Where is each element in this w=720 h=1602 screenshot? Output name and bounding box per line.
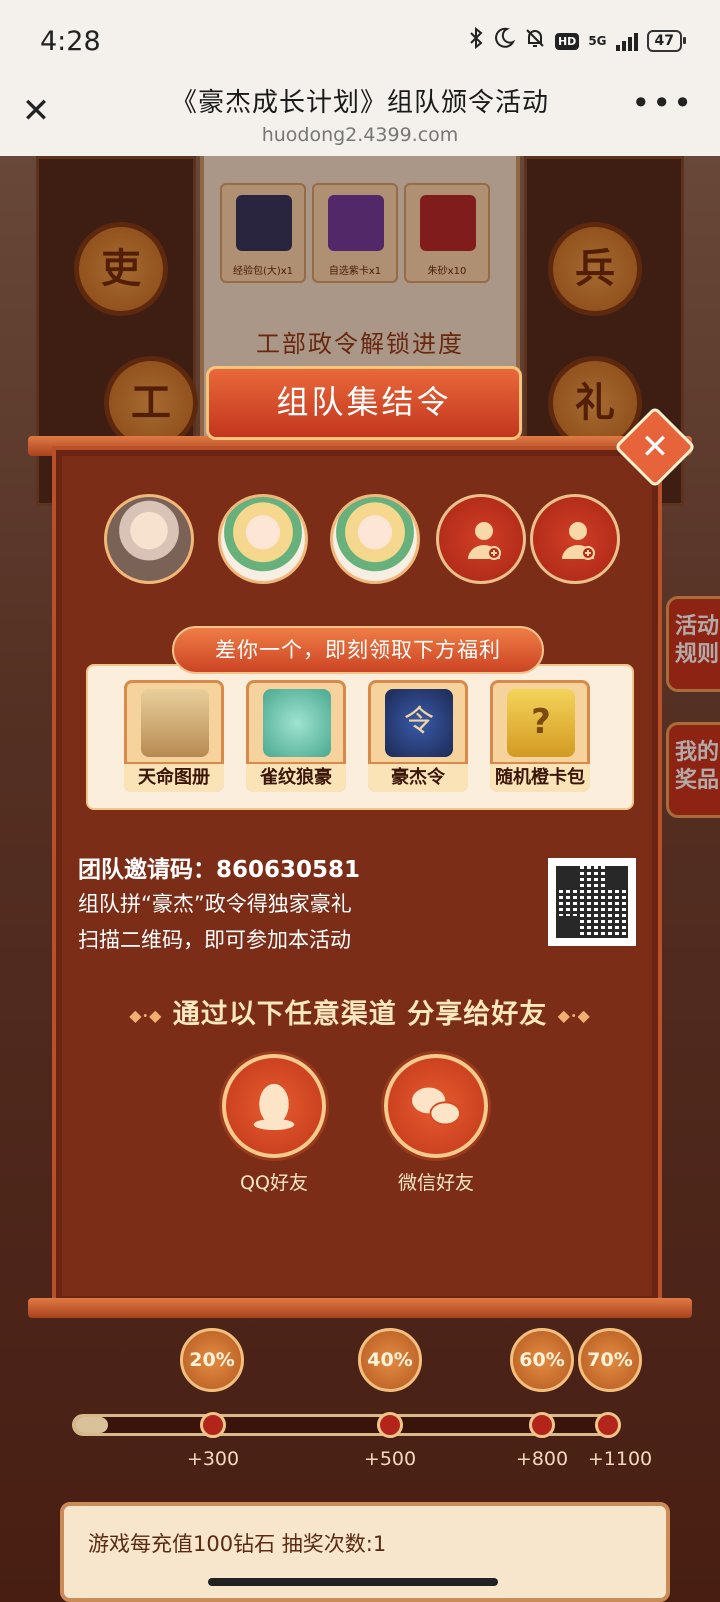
share-qq-button[interactable] — [222, 1054, 326, 1158]
add-user-icon — [468, 522, 501, 560]
page-url: huodong2.4399.com — [261, 124, 459, 146]
milestone-reward: +500 — [363, 1448, 417, 1470]
benefit-label: 雀纹狼豪 — [246, 762, 346, 792]
moon-icon — [493, 27, 516, 55]
scroll-map-icon — [141, 689, 209, 757]
benefit-item: 令 豪杰令 — [368, 680, 468, 792]
signal-icon — [615, 31, 638, 51]
mystery-card-icon: ? — [507, 689, 575, 757]
benefit-ribbon: 差你一个，即刻领取下方福利 — [172, 626, 544, 674]
battery-icon: 47 — [646, 30, 687, 52]
mute-bell-icon — [524, 27, 546, 55]
share-wechat-button[interactable] — [384, 1054, 488, 1158]
share-wechat-label[interactable]: 微信好友 — [366, 1168, 506, 1195]
wechat-icon — [412, 1087, 461, 1126]
add-user-icon — [562, 522, 595, 560]
more-menu-button[interactable]: ••• — [631, 84, 694, 122]
badge-icon: 令 — [385, 689, 453, 757]
milestone-node — [200, 1412, 226, 1438]
invite-slot-button[interactable] — [436, 494, 526, 584]
invite-code[interactable]: 860630581 — [216, 857, 360, 883]
team-description: 组队拼“豪杰”政令得独家豪礼 — [78, 892, 352, 916]
milestone-node — [377, 1412, 403, 1438]
milestone-lantern: 60% — [510, 1328, 574, 1392]
scan-description: 扫描二维码，即可参加本活动 — [78, 928, 351, 952]
milestone-lantern: 40% — [358, 1328, 422, 1392]
milestone-node — [529, 1412, 555, 1438]
bluetooth-icon — [468, 26, 484, 56]
recharge-card: 游戏每充值100钻石 抽奖次数:1 — [60, 1502, 670, 1602]
home-indicator[interactable] — [208, 1578, 498, 1586]
milestone-lantern: 20% — [180, 1328, 244, 1392]
close-icon: ✕ — [640, 427, 670, 467]
invite-code-line: 团队邀请码：860630581 — [78, 850, 360, 884]
close-page-button[interactable]: ✕ — [18, 94, 54, 130]
team-member-avatar — [104, 494, 194, 584]
feather-brush-icon — [263, 689, 331, 757]
benefit-label: 豪杰令 — [368, 762, 468, 792]
status-bar: 4:28 HD 5G 47 — [0, 0, 720, 82]
share-title: ◆·◆ 通过以下任意渠道 分享给好友 ◆·◆ — [96, 992, 624, 1031]
milestone-reward: +300 — [186, 1448, 240, 1470]
invite-code-label: 团队邀请码： — [78, 857, 216, 883]
milestone-reward: +800 — [515, 1448, 569, 1470]
hd-badge: HD — [554, 32, 580, 50]
benefit-item: ? 随机橙卡包 — [490, 680, 590, 792]
share-qq-label[interactable]: QQ好友 — [204, 1168, 344, 1195]
benefit-item: 雀纹狼豪 — [246, 680, 346, 792]
ornament-icon: ◆·◆ — [557, 1006, 591, 1025]
status-icons: HD 5G 47 — [468, 26, 687, 56]
ornament-icon: ◆·◆ — [129, 1006, 163, 1025]
status-time: 4:28 — [40, 26, 101, 57]
benefit-label: 随机橙卡包 — [490, 762, 590, 792]
qr-code-pattern — [556, 866, 628, 938]
benefit-item: 天命图册 — [124, 680, 224, 792]
network-label: 5G — [588, 34, 607, 48]
benefit-box: 天命图册 雀纹狼豪 令 豪杰令 ? 随机橙卡包 — [86, 664, 634, 810]
browser-header: ✕ 《豪杰成长计划》组队颁令活动 huodong2.4399.com ••• — [0, 82, 720, 156]
qq-penguin-icon — [253, 1083, 295, 1130]
milestone-reward: +1100 — [587, 1448, 653, 1470]
page-title: 《豪杰成长计划》组队颁令活动 — [170, 88, 549, 118]
qr-code — [548, 858, 636, 946]
scroll-rod-bottom — [28, 1298, 692, 1318]
milestone-lantern: 70% — [578, 1328, 642, 1392]
modal-title: 组队集结令 — [206, 366, 522, 440]
milestone-node — [595, 1412, 621, 1438]
team-member-avatar — [218, 494, 308, 584]
team-member-avatar — [330, 494, 420, 584]
invite-slot-button[interactable] — [530, 494, 620, 584]
progress-fill — [75, 1417, 108, 1433]
share-title-text: 通过以下任意渠道 分享给好友 — [172, 999, 548, 1030]
benefit-label: 天命图册 — [124, 762, 224, 792]
